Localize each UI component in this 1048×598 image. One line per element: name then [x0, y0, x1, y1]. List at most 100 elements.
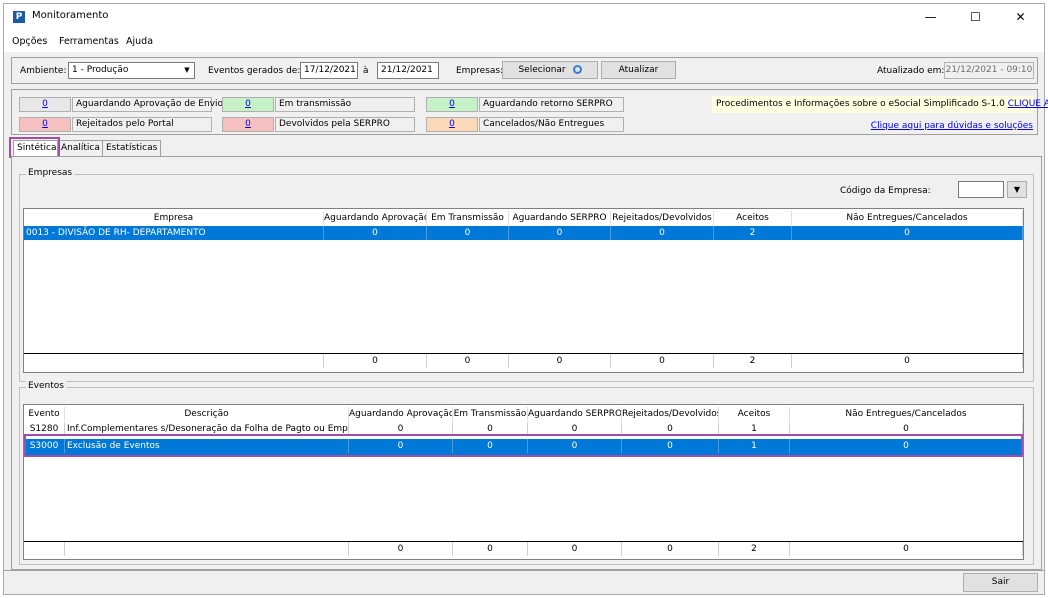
sair-button[interactable]: Sair: [963, 573, 1038, 592]
total-nao-entregues: 0: [792, 354, 1023, 368]
eventos-group-title: Eventos: [26, 381, 66, 391]
col-evento[interactable]: Evento: [24, 407, 65, 421]
total-aguardando-serpro: 0: [528, 542, 622, 556]
status-count-devolvidos[interactable]: 0: [222, 117, 274, 132]
col-aguardando-serpro[interactable]: Aguardando SERPRO: [509, 211, 611, 225]
tab-analitica[interactable]: Analítica: [57, 140, 104, 156]
date-to-input[interactable]: 21/12/2021: [377, 62, 439, 79]
status-legend-panel: 0 Aguardando Aprovação de Envio 0 Em tra…: [11, 89, 1048, 135]
cell-empresa: 0013 - DIVISÃO DE RH- DEPARTAMENTO: [24, 226, 324, 240]
col-rejeitados-devolvidos[interactable]: Rejeitados/Devolvidos: [622, 407, 719, 421]
empresas-header-row: Empresa Aguardando Aprovação Em Transmis…: [24, 211, 1023, 225]
monitoramento-window: P Monitoramento — ☐ ✕ Opções Ferramentas…: [3, 3, 1048, 595]
selecionar-label: Selecionar: [518, 65, 566, 75]
info-text: Procedimentos e Informações sobre o eSoc…: [716, 99, 1005, 109]
col-nao-entregues[interactable]: Não Entregues/Cancelados: [790, 407, 1023, 421]
eventos-header-row: Evento Descrição Aguardando Aprovação Em…: [24, 407, 1023, 421]
empresas-group: Empresas Código da Empresa: ▼ Empresa Ag…: [19, 168, 1034, 382]
menu-ferramentas[interactable]: Ferramentas: [59, 36, 119, 47]
window-title: Monitoramento: [32, 10, 109, 21]
title-bar: P Monitoramento — ☐ ✕: [4, 4, 1044, 30]
total-aguardando-aprovacao: 0: [324, 354, 427, 368]
close-button[interactable]: ✕: [998, 4, 1043, 30]
total-em-transmissao: 0: [427, 354, 509, 368]
total-em-transmissao: 0: [453, 542, 528, 556]
col-em-transmissao[interactable]: Em Transmissão: [453, 407, 528, 421]
col-empresa[interactable]: Empresa: [24, 211, 324, 225]
status-label-devolvidos: Devolvidos pela SERPRO: [275, 117, 415, 132]
total-aceitos: 2: [719, 542, 790, 556]
eventos-grid: Evento Descrição Aguardando Aprovação Em…: [23, 404, 1024, 560]
total-aguardando-serpro: 0: [509, 354, 611, 368]
codigo-empresa-dropdown[interactable]: ▼: [1007, 181, 1027, 198]
status-label-cancelados: Cancelados/Não Entregues: [479, 117, 624, 132]
status-count-em-transmissao[interactable]: 0: [222, 97, 274, 112]
filter-toolbar: Ambiente: 1 - Produção ▼ Eventos gerados…: [11, 57, 1038, 84]
codigo-empresa-input[interactable]: [958, 181, 1004, 198]
divider: [4, 570, 1044, 571]
total-aguardando-aprovacao: 0: [349, 542, 453, 556]
total-aceitos: 2: [714, 354, 792, 368]
menu-bar: Opções Ferramentas Ajuda: [4, 30, 1044, 52]
atualizado-label: Atualizado em:: [877, 66, 945, 76]
chevron-down-icon: ▼: [1013, 185, 1021, 194]
tab-highlight-outline: [9, 137, 60, 158]
tab-estatisticas[interactable]: Estatísticas: [102, 140, 162, 156]
col-aceitos[interactable]: Aceitos: [719, 407, 790, 421]
total-evento: [24, 542, 65, 556]
status-label-rejeitados: Rejeitados pelo Portal: [72, 117, 212, 132]
status-count-rejeitados[interactable]: 0: [19, 117, 71, 132]
cell-nao-entregues: 0: [792, 226, 1023, 240]
maximize-button[interactable]: ☐: [953, 4, 998, 30]
cell-em-transmissao: 0: [427, 226, 509, 240]
clique-aqui-link[interactable]: CLIQUE AQUI: [1008, 99, 1048, 109]
help-link[interactable]: Clique aqui para dúvidas e soluções: [871, 121, 1033, 131]
eventos-group: Eventos Evento Descrição Aguardando Apro…: [19, 381, 1034, 565]
row-highlight-outline: [24, 434, 1023, 457]
total-rejeitados-devolvidos: 0: [622, 542, 719, 556]
search-icon: [572, 65, 582, 74]
total-empresa: [24, 354, 324, 368]
date-from-input[interactable]: 17/12/2021: [300, 62, 358, 79]
col-nao-entregues[interactable]: Não Entregues/Cancelados: [792, 211, 1023, 225]
col-aceitos[interactable]: Aceitos: [714, 211, 792, 225]
col-rejeitados-devolvidos[interactable]: Rejeitados/Devolvidos: [611, 211, 714, 225]
status-label-aguardando-aprovacao: Aguardando Aprovação de Envio: [72, 97, 223, 112]
col-aguardando-aprovacao[interactable]: Aguardando Aprovação: [349, 407, 453, 421]
eventos-totals-row: 0 0 0 0 2 0: [24, 541, 1023, 556]
col-em-transmissao[interactable]: Em Transmissão: [427, 211, 509, 225]
status-count-aguardando-aprovacao[interactable]: 0: [19, 97, 71, 112]
minimize-button[interactable]: —: [908, 4, 953, 30]
table-row[interactable]: 0013 - DIVISÃO DE RH- DEPARTAMENTO 0 0 0…: [24, 226, 1023, 240]
ambiente-label: Ambiente:: [20, 66, 67, 76]
col-aguardando-aprovacao[interactable]: Aguardando Aprovação: [324, 211, 427, 225]
menu-ajuda[interactable]: Ajuda: [126, 36, 153, 47]
date-separator: à: [363, 66, 369, 76]
atualizado-value: 21/12/2021 - 09:10: [944, 62, 1034, 79]
total-nao-entregues: 0: [790, 542, 1023, 556]
app-logo-icon: P: [13, 11, 25, 23]
cell-rejeitados-devolvidos: 0: [611, 226, 714, 240]
total-rejeitados-devolvidos: 0: [611, 354, 714, 368]
empresas-label: Empresas:: [456, 66, 504, 76]
col-aguardando-serpro[interactable]: Aguardando SERPRO: [528, 407, 622, 421]
col-descricao[interactable]: Descrição: [65, 407, 349, 421]
empresas-group-title: Empresas: [26, 168, 75, 178]
atualizar-button[interactable]: Atualizar: [601, 61, 676, 79]
menu-opcoes[interactable]: Opções: [12, 36, 47, 47]
status-count-cancelados[interactable]: 0: [426, 117, 478, 132]
cell-aguardando-aprovacao: 0: [324, 226, 427, 240]
info-banner: Procedimentos e Informações sobre o eSoc…: [712, 96, 1048, 113]
status-label-aguardando-retorno: Aguardando retorno SERPRO: [479, 97, 624, 112]
status-count-aguardando-retorno[interactable]: 0: [426, 97, 478, 112]
ambiente-select[interactable]: 1 - Produção ▼: [68, 62, 195, 79]
empresas-grid: Empresa Aguardando Aprovação Em Transmis…: [23, 208, 1024, 373]
ambiente-value: 1 - Produção: [72, 65, 129, 75]
cell-aguardando-serpro: 0: [509, 226, 611, 240]
codigo-empresa-label: Código da Empresa:: [840, 186, 931, 196]
eventos-gerados-label: Eventos gerados de:: [208, 66, 301, 76]
empresas-totals-row: 0 0 0 0 2 0: [24, 353, 1023, 368]
selecionar-button[interactable]: Selecionar: [502, 61, 598, 79]
chevron-down-icon[interactable]: ▼: [181, 64, 193, 77]
total-descricao: [65, 542, 349, 556]
